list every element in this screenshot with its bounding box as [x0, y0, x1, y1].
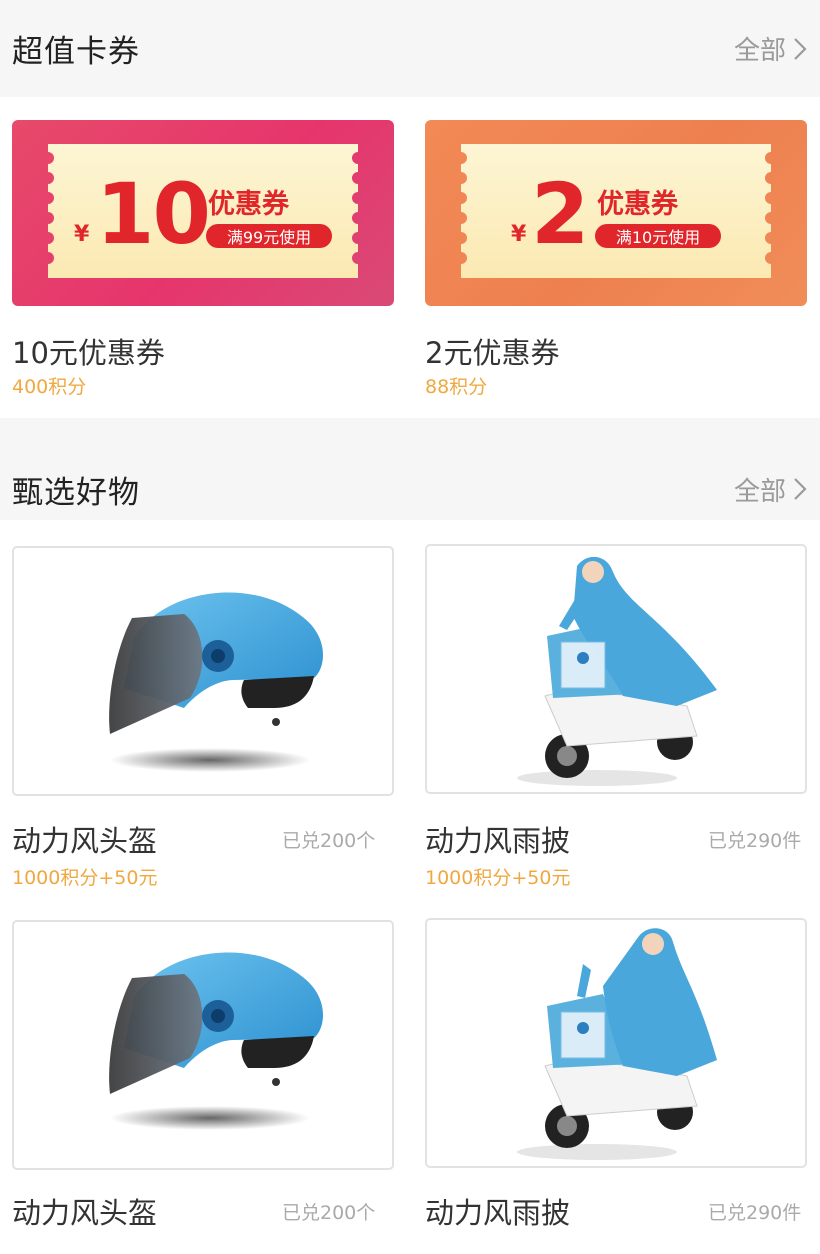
- coupons-section-title: 超值卡券: [12, 34, 140, 70]
- coupon-points: 400积分: [12, 376, 87, 398]
- product-price: 1000积分+50元: [425, 867, 571, 889]
- product-name[interactable]: 动力风雨披: [425, 1190, 570, 1232]
- helmet-image: [109, 592, 324, 772]
- coupons-view-all-link[interactable]: 全部: [734, 30, 808, 67]
- coupon-condition-badge: 满10元使用: [595, 224, 721, 248]
- coupon-currency: ¥: [74, 222, 90, 247]
- coupons-section-header: 超值卡券 全部: [0, 0, 820, 97]
- coupon-name[interactable]: 10元优惠券: [12, 330, 165, 372]
- coupon-condition-badge: 满99元使用: [206, 224, 332, 248]
- helmet-image: [109, 952, 324, 1130]
- products-view-all-link[interactable]: 全部: [734, 471, 808, 508]
- products-section-header: 甄选好物 全部: [0, 418, 820, 520]
- product-name[interactable]: 动力风头盔: [12, 818, 157, 860]
- coupon-amount: 2: [531, 165, 589, 263]
- coupon-card-10[interactable]: ¥ 10 优惠券 满99元使用: [12, 120, 394, 306]
- coupon-card-2[interactable]: ¥ 2 优惠券 满10元使用: [425, 120, 807, 306]
- coupon-points: 88积分: [425, 376, 488, 398]
- product-card-raincoat[interactable]: [425, 544, 807, 794]
- chevron-right-icon: [794, 478, 807, 500]
- raincoat-image: [517, 928, 717, 1160]
- raincoat-image: [517, 556, 717, 786]
- products-section-title: 甄选好物: [12, 474, 140, 511]
- product-price: 1000积分+50元: [12, 867, 158, 889]
- product-name[interactable]: 动力风雨披: [425, 818, 570, 860]
- product-card-helmet[interactable]: [12, 920, 394, 1170]
- product-card-raincoat[interactable]: [425, 918, 807, 1168]
- product-sold-count: 已兑290件: [708, 830, 802, 852]
- chevron-right-icon: [794, 37, 807, 60]
- coupon-name[interactable]: 2元优惠券: [425, 330, 559, 372]
- view-all-label: 全部: [733, 36, 786, 66]
- coupon-amount: 10: [96, 165, 211, 263]
- view-all-label: 全部: [733, 476, 786, 507]
- product-name[interactable]: 动力风头盔: [12, 1190, 157, 1232]
- product-sold-count: 已兑200个: [282, 1202, 376, 1224]
- coupon-currency: ¥: [511, 222, 527, 247]
- product-sold-count: 已兑200个: [282, 830, 376, 852]
- coupon-type-label: 优惠券: [597, 189, 678, 220]
- product-card-helmet[interactable]: [12, 546, 394, 796]
- coupon-type-label: 优惠券: [208, 189, 289, 220]
- product-sold-count: 已兑290件: [708, 1202, 802, 1224]
